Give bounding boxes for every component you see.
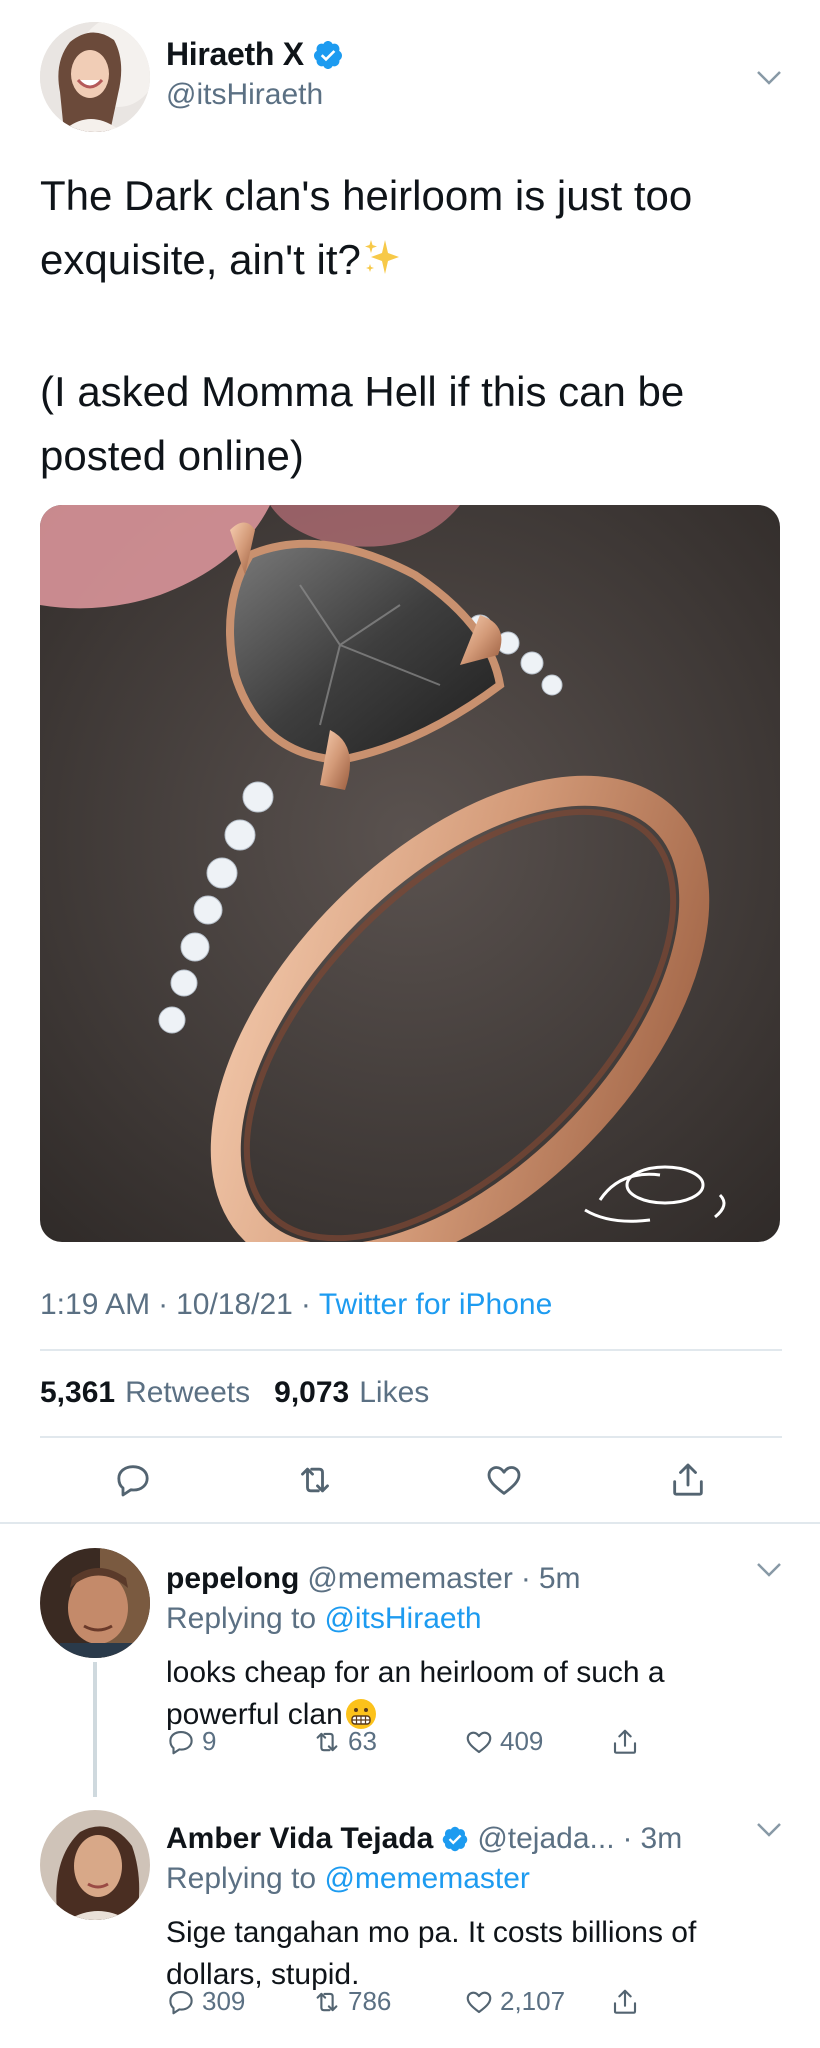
divider [40, 1436, 782, 1438]
sparkles-emoji-icon [361, 232, 403, 296]
tweet-text: The Dark clan's heirloom is just too exq… [40, 164, 780, 488]
share-action[interactable] [610, 1987, 640, 2017]
retweet-icon [316, 1732, 338, 1751]
replying-to-handle[interactable]: @mememaster [324, 1862, 530, 1895]
like-action[interactable]: 409 [464, 1726, 610, 1757]
verified-badge-icon [312, 39, 344, 71]
tweet-source-link[interactable]: Twitter for iPhone [319, 1288, 552, 1322]
share-icon [613, 1989, 637, 2014]
divider [0, 1522, 820, 1524]
replying-to-handle[interactable]: @itsHiraeth [324, 1602, 481, 1635]
reply-action[interactable]: 309 [166, 1986, 312, 2017]
reply-age: 3m [640, 1822, 683, 1855]
author-display-name[interactable]: Hiraeth X [166, 36, 304, 73]
reply-icon [169, 1730, 193, 1754]
like-count: 409 [500, 1726, 544, 1756]
author-name-row: Hiraeth X [166, 36, 344, 73]
retweets-count[interactable]: 5,361 [40, 1376, 115, 1410]
reply-handle[interactable]: @mememaster [307, 1562, 513, 1596]
tweet-text-line2: (I asked Momma Hell if this can be poste… [40, 368, 696, 479]
reply-age: 5m [538, 1562, 581, 1595]
reply-header: pepelong @mememaster · 5m [166, 1562, 581, 1596]
reply-action[interactable]: 9 [166, 1726, 312, 1757]
reply-text-content: looks cheap for an heirloom of such a po… [166, 1656, 665, 1731]
retweets-label[interactable]: Retweets [125, 1376, 250, 1410]
reply-tweet[interactable]: Amber Vida Tejada @tejada... · 3m Replyi… [0, 1800, 820, 2048]
author-handle[interactable]: @itsHiraeth [166, 78, 323, 112]
reply-display-name[interactable]: Amber Vida Tejada [166, 1822, 433, 1856]
retweet-count: 63 [348, 1726, 377, 1756]
reply-tweet[interactable]: pepelong @mememaster · 5m Replying to @i… [0, 1540, 820, 1798]
share-action[interactable] [610, 1727, 640, 1757]
share-icon [613, 1729, 637, 1754]
reply-display-name[interactable]: pepelong [166, 1562, 299, 1596]
reply-icon[interactable] [113, 1460, 153, 1500]
reply-actions: 309 786 2,107 [166, 1986, 640, 2017]
replying-to: Replying to @itsHiraeth [166, 1602, 482, 1636]
replying-prefix: Replying to [166, 1602, 317, 1635]
reply-menu-chevron-down-icon[interactable] [756, 1562, 782, 1578]
replying-to: Replying to @mememaster [166, 1862, 530, 1896]
verified-badge-icon [441, 1825, 469, 1853]
retweet-icon [316, 1992, 338, 2011]
reply-actions: 9 63 409 [166, 1726, 640, 1757]
tweet-actions [0, 1460, 820, 1500]
like-count: 2,107 [500, 1986, 566, 2016]
retweet-action[interactable]: 786 [312, 1986, 464, 2017]
retweet-action[interactable]: 63 [312, 1726, 464, 1757]
heart-icon [466, 1731, 492, 1753]
meta-separator: · [622, 1822, 633, 1855]
reply-header: Amber Vida Tejada @tejada... · 3m [166, 1822, 682, 1856]
reply-menu-chevron-down-icon[interactable] [756, 1822, 782, 1838]
heart-icon[interactable] [484, 1460, 524, 1500]
meta-separator: · [158, 1288, 169, 1321]
tweet-date: 10/18/21 [176, 1288, 293, 1321]
tweet-stats: 5,361 Retweets 9,073 Likes [40, 1376, 429, 1410]
likes-count[interactable]: 9,073 [274, 1376, 349, 1410]
reply-icon [169, 1990, 193, 2014]
retweet-icon[interactable] [295, 1460, 335, 1500]
divider [40, 1349, 782, 1351]
reply-handle[interactable]: @tejada... [477, 1822, 614, 1856]
reply-count: 9 [202, 1726, 217, 1756]
tweet-time: 1:19 AM [40, 1288, 151, 1321]
reply-avatar[interactable] [40, 1810, 150, 1920]
replying-prefix: Replying to [166, 1862, 317, 1895]
retweet-count: 786 [348, 1986, 392, 2016]
main-tweet: Hiraeth X @itsHiraeth The Dark clan's he… [0, 0, 820, 1522]
author-avatar[interactable] [40, 22, 150, 132]
share-icon[interactable] [668, 1460, 708, 1500]
reply-count: 309 [202, 1986, 246, 2016]
meta-separator: · [300, 1288, 311, 1321]
heart-icon [466, 1991, 492, 2013]
reply-avatar[interactable] [40, 1548, 150, 1658]
reply-text: Sige tangahan mo pa. It costs billions o… [166, 1916, 697, 1991]
tweet-menu-chevron-down-icon[interactable] [756, 70, 782, 86]
tweet-meta: 1:19 AM · 10/18/21 · Twitter for iPhone [40, 1288, 552, 1322]
likes-label[interactable]: Likes [359, 1376, 429, 1410]
thread-line [93, 1662, 97, 1797]
tweet-image-ring[interactable] [40, 505, 780, 1242]
meta-separator: · [520, 1562, 531, 1595]
like-action[interactable]: 2,107 [464, 1986, 610, 2017]
